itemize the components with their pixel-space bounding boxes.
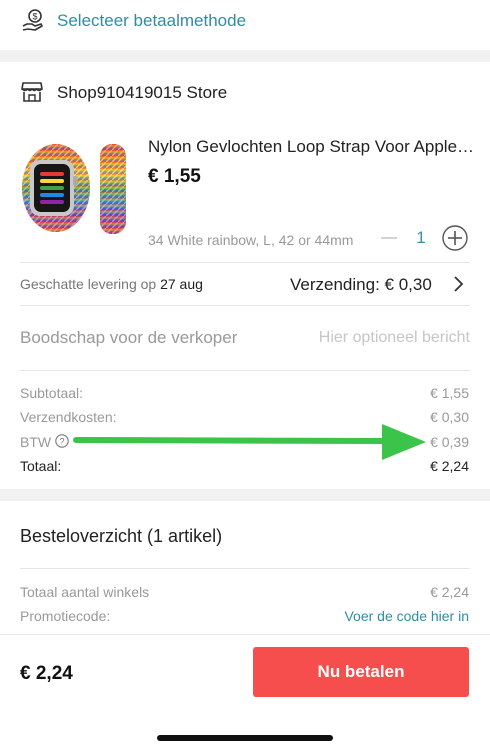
divider xyxy=(20,262,470,263)
payment-method-row[interactable]: $ Selecteer betaalmethode xyxy=(0,0,490,50)
quantity-decrease-button[interactable] xyxy=(375,224,403,252)
order-overview-title: Besteloverzicht (1 artikel) xyxy=(20,526,223,546)
svg-text:?: ? xyxy=(59,437,64,447)
green-arrow-annotation xyxy=(73,424,426,460)
svg-text:$: $ xyxy=(32,12,37,22)
section-divider xyxy=(0,489,490,501)
hand-coin-icon: $ xyxy=(22,9,43,31)
footer-total-price: € 2,24 xyxy=(20,663,73,684)
quantity-increase-button[interactable] xyxy=(441,224,469,252)
total-value: € 2,24 xyxy=(430,458,469,474)
chevron-right-icon[interactable] xyxy=(451,275,465,293)
product-variant[interactable]: 34 White rainbow, L, 42 or 44mm xyxy=(148,232,353,248)
store-icon xyxy=(21,82,43,102)
store-name[interactable]: Shop910419015 Store xyxy=(57,83,227,103)
product-image[interactable] xyxy=(16,138,134,238)
promo-code-label: Promotiecode: xyxy=(20,608,111,624)
payment-method-label: Selecteer betaalmethode xyxy=(57,11,247,30)
stores-total-label: Totaal aantal winkels xyxy=(20,584,150,600)
divider xyxy=(20,568,470,569)
stores-total-value: € 2,24 xyxy=(430,584,469,600)
divider xyxy=(0,634,490,635)
vat-value: € 0,39 xyxy=(430,434,469,450)
seller-message-input[interactable] xyxy=(262,325,470,351)
question-icon[interactable]: ? xyxy=(55,434,69,448)
total-label: Totaal: xyxy=(20,458,62,474)
seller-message-label: Boodschap voor de verkoper xyxy=(20,328,238,347)
section-divider xyxy=(0,50,490,62)
quantity-value: 1 xyxy=(416,228,426,247)
pay-now-button[interactable]: Nu betalen xyxy=(253,647,469,697)
divider xyxy=(20,305,470,306)
product-title[interactable]: Nylon Gevlochten Loop Strap Voor Apple W… xyxy=(148,137,478,157)
promo-code-link[interactable]: Voer de code hier in xyxy=(344,608,469,624)
estimated-delivery: Geschatte levering op 27 aug xyxy=(20,276,203,292)
shipping-cost-value: € 0,30 xyxy=(430,409,469,425)
delivery-prefix: Geschatte levering op xyxy=(20,276,157,292)
delivery-date: 27 aug xyxy=(160,276,203,292)
subtotal-label: Subtotaal: xyxy=(20,385,84,401)
subtotal-value: € 1,55 xyxy=(430,385,469,401)
vat-label: BTW xyxy=(20,434,52,450)
shipping-option[interactable]: Verzending: € 0,30 xyxy=(290,275,432,295)
home-indicator[interactable] xyxy=(157,735,333,741)
divider xyxy=(20,370,470,371)
product-price: € 1,55 xyxy=(148,166,201,187)
